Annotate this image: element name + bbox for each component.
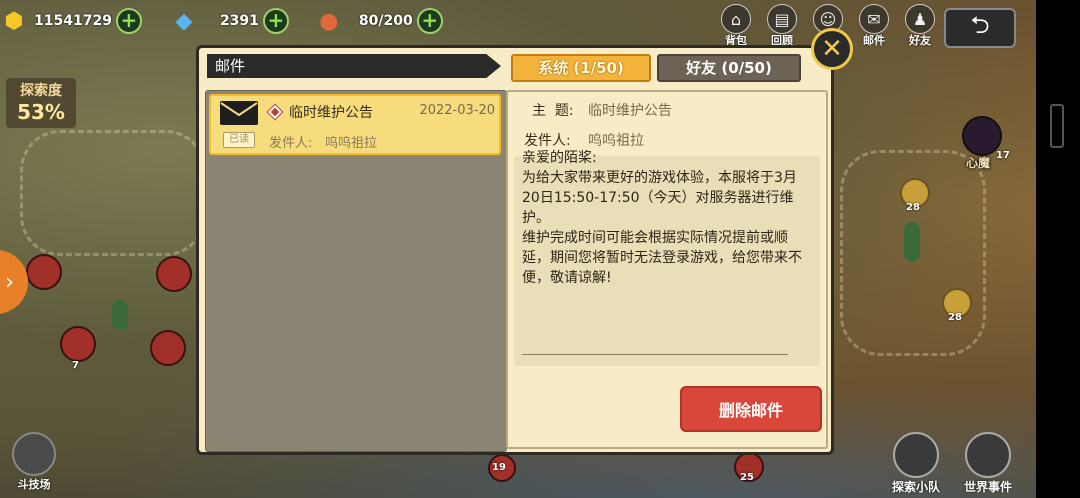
resource-bar: ⬢ 11541729 + ◆ 2391 + ● 80/200 + [0,4,461,38]
book-icon: ▤ [767,4,797,34]
team-button[interactable]: 探索小队 [880,432,952,495]
drumstick-icon: ● [319,8,339,34]
map-path [20,130,206,256]
team-label: 探索小队 [891,480,940,494]
map-node[interactable] [26,254,62,290]
friends-button[interactable]: ♟ 好友 [898,4,942,48]
back-arrow-icon: ⮌ [970,10,990,39]
list-item[interactable]: 已读 临时维护公告 2022-03-20 发件人: 呜呜祖拉 [209,94,501,155]
map-node[interactable] [60,326,96,362]
mail-body-text: 亲爱的陌桨: 为给大家带来更好的游戏体验，本服将于3月20日15:50-17:5… [522,150,802,286]
arena-icon [12,432,56,476]
diamond-icon: ◆ [175,8,193,34]
map-label-boss: 心魔 [966,156,991,170]
globe-icon [965,432,1011,478]
add-gold-button[interactable]: + [115,8,142,34]
world-event-button[interactable]: 世界事件 [952,432,1024,495]
gold-resource: ⬢ 11541729 + [0,7,142,35]
bottom-menu: 探索小队 世界事件 [880,432,1024,495]
back-button[interactable]: ⮌ [944,8,1016,48]
close-icon: ✕ [821,34,843,64]
tab-friends[interactable]: 好友 (0/50) [657,54,801,82]
gold-icon: ⬢ [4,8,24,34]
cactus-decoration [112,300,128,330]
subject-value: 临时维护公告 [588,103,672,119]
mail-label: 邮件 [863,34,885,47]
chevron-right-icon: › [5,269,14,295]
compass-icon [893,432,939,478]
sender-value: 呜呜祖拉 [588,133,644,149]
review-button[interactable]: ▤ 回顾 [760,4,804,48]
system-mail-icon [266,103,284,121]
mail-detail: 主 题: 临时维护公告 发件人: 呜呜祖拉 亲爱的陌桨: 为给大家带来更好的游戏… [506,90,828,449]
friends-label: 好友 [909,34,931,47]
tab-system[interactable]: 系统 (1/50) [511,54,651,82]
map-node-level: 25 [740,472,754,483]
dialog-title: 邮件 [215,57,246,75]
delete-mail-button[interactable]: 删除邮件 [680,386,822,432]
mail-from: 呜呜祖拉 [325,136,378,151]
arena-button[interactable]: 斗技场 [12,432,56,492]
bag-icon: ⌂ [721,4,751,34]
envelope-icon [220,101,258,125]
stamina-resource: ● 80/200 + [315,7,443,35]
sender-label: 发件人: [524,133,571,149]
mail-body: 亲爱的陌桨: 为给大家带来更好的游戏体验，本服将于3月20日15:50-17:5… [514,150,820,366]
mail-subject: 临时维护公告 [289,105,373,121]
map-node-level: 7 [72,360,79,371]
close-button[interactable]: ✕ [811,28,853,70]
mail-list: 已读 临时维护公告 2022-03-20 发件人: 呜呜祖拉 [205,90,507,452]
mail-from-label: 发件人: [269,136,313,151]
bag-button[interactable]: ⌂ 背包 [714,4,758,48]
exploration-value: 53% [17,100,65,124]
cactus-decoration [904,222,920,262]
diamond-resource: ◆ 2391 + [170,7,289,35]
screen-edge [1036,0,1080,498]
mail-button[interactable]: ✉ 邮件 [852,4,896,48]
exploration-panel: 探索度 53% [6,78,76,128]
mail-dialog: 邮件 系统 (1/50) 好友 (0/50) ✕ 已读 临时维护公告 2022-… [196,28,853,455]
map-node-level: 28 [948,312,962,323]
body-divider [522,354,788,355]
map-node[interactable] [156,256,192,292]
exploration-label: 探索度 [20,83,62,99]
world-event-label: 世界事件 [963,480,1012,494]
arena-label: 斗技场 [17,478,51,491]
diamond-amount: 2391 [219,13,259,29]
mail-icon: ✉ [859,4,889,34]
friends-icon: ♟ [905,4,935,34]
read-status-badge: 已读 [223,132,255,148]
map-node-level: 28 [906,202,920,213]
dialog-header [207,54,501,78]
gold-amount: 11541729 [34,13,112,29]
subject-label: 主 题: [532,103,574,119]
side-handle [1050,104,1064,148]
stamina-amount: 80/200 [358,13,413,29]
map-node[interactable] [150,330,186,366]
mail-date: 2022-03-20 [419,103,495,118]
boss-level: 17 [996,150,1010,161]
add-diamond-button[interactable]: + [262,8,289,34]
map-node-level: 19 [492,462,506,473]
add-stamina-button[interactable]: + [416,8,443,34]
